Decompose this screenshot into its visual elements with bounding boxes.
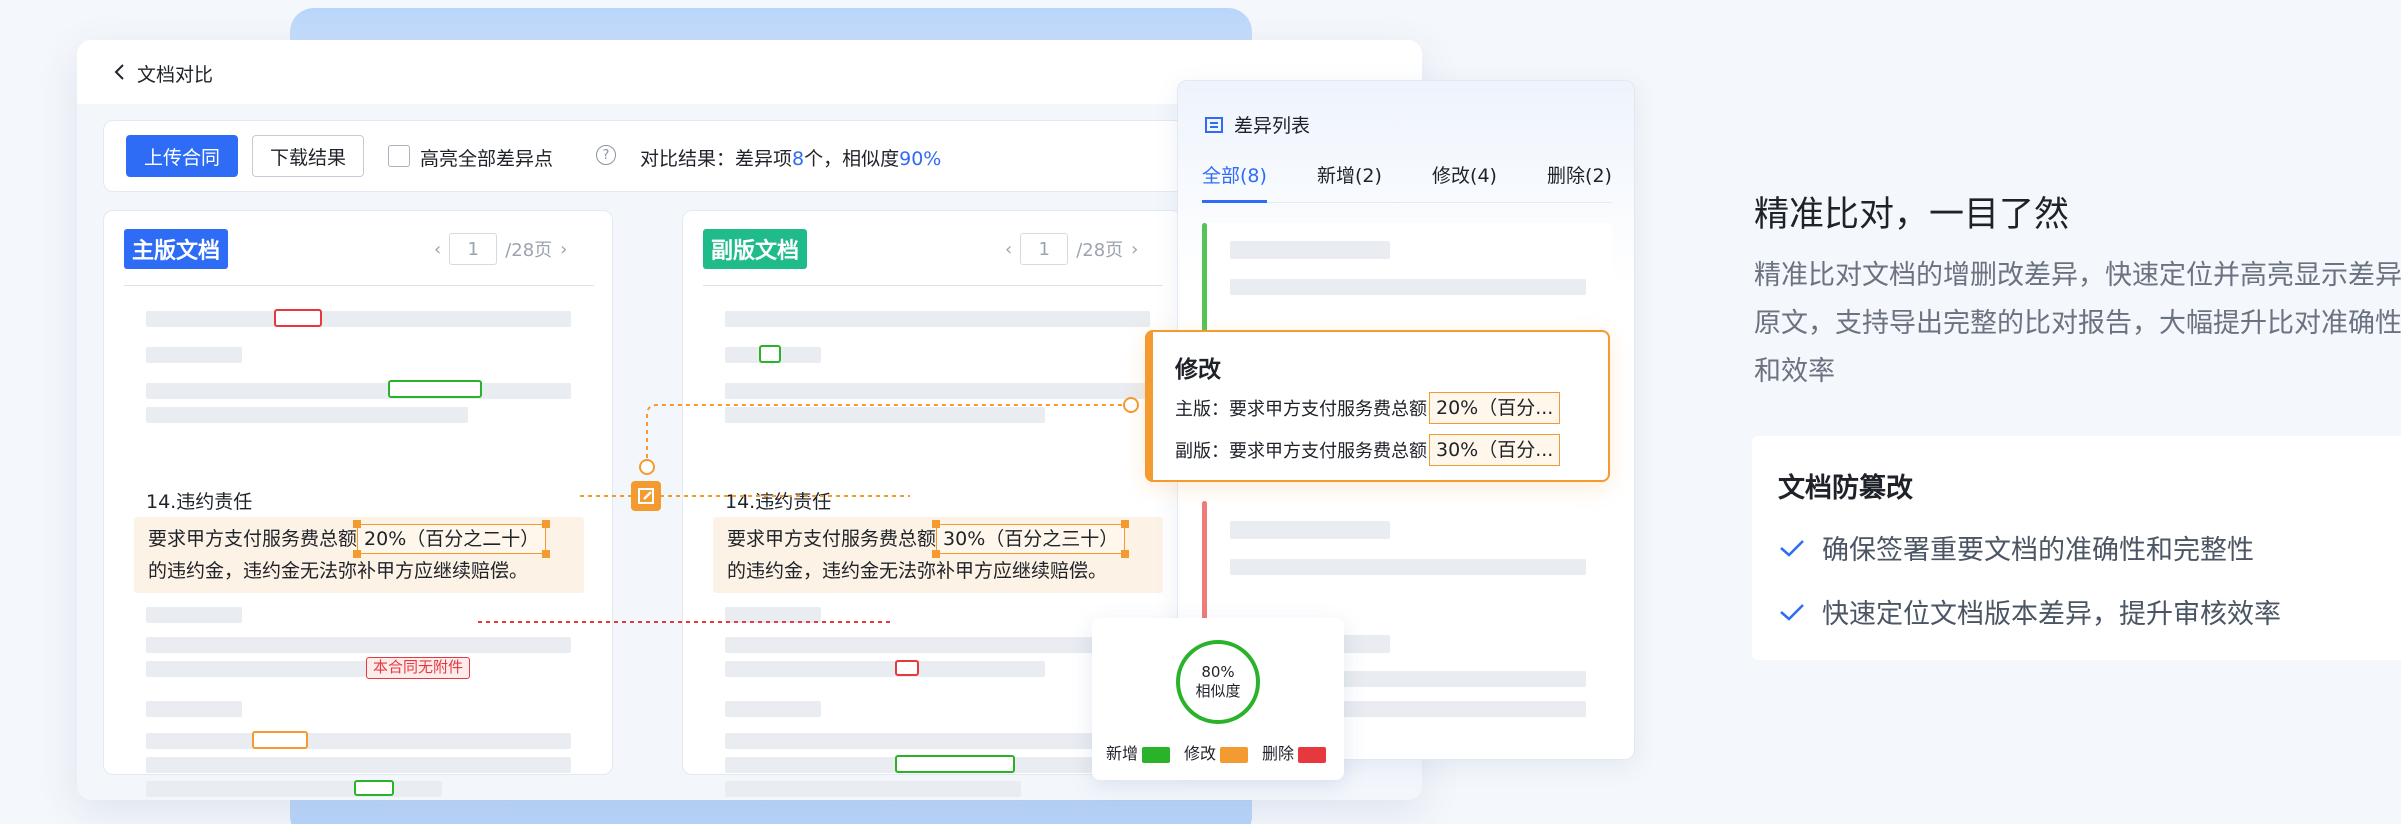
legend-delete-label: 删除 xyxy=(1262,744,1295,763)
popup-main-value: 20%（百分... xyxy=(1429,392,1561,424)
legend-modify-swatch xyxy=(1220,746,1249,763)
feature-item: 确保签署重要文档的准确性和完整性 xyxy=(1778,528,2254,567)
popup-main-label: 主版：要求甲方支付服务费总额 xyxy=(1175,399,1427,420)
similarity-legend: 新增 修改 删除 xyxy=(1106,740,1327,764)
popup-accent xyxy=(1145,330,1153,482)
text-placeholder xyxy=(1230,521,1390,539)
popup-sub-value: 30%（百分... xyxy=(1429,434,1561,466)
feature-title: 精准比对，一目了然 xyxy=(1754,195,2070,235)
similarity-percent: 80% xyxy=(1201,663,1235,681)
similarity-ring: 80% 相似度 xyxy=(1176,640,1260,724)
diff-list-title: 差异列表 xyxy=(1234,115,1311,137)
feature-item-text: 快速定位文档版本差异，提升审核效率 xyxy=(1822,599,2281,630)
edit-icon[interactable] xyxy=(631,481,661,511)
tab-modify[interactable]: 修改(4) xyxy=(1432,159,1497,203)
popup-main-row: 主版：要求甲方支付服务费总额 20%（百分... xyxy=(1175,392,1561,424)
check-icon xyxy=(1780,603,1804,621)
text-placeholder xyxy=(1230,279,1586,295)
modify-detail-popup[interactable]: 修改 主版：要求甲方支付服务费总额 20%（百分... 副版：要求甲方支付服务费… xyxy=(1145,330,1610,482)
check-icon xyxy=(1780,539,1804,557)
tab-add[interactable]: 新增(2) xyxy=(1317,159,1382,203)
anti-tamper-title: 文档防篡改 xyxy=(1778,473,1913,504)
card-accent xyxy=(1202,501,1207,631)
legend-add-swatch xyxy=(1142,746,1171,763)
anti-tamper-card: 文档防篡改 确保签署重要文档的准确性和完整性 快速定位文档版本差异，提升审核效率 xyxy=(1752,436,2401,660)
text-placeholder xyxy=(1230,559,1586,575)
text-placeholder xyxy=(1230,241,1390,259)
popup-sub-label: 副版：要求甲方支付服务费总额 xyxy=(1175,441,1427,462)
legend-add-label: 新增 xyxy=(1106,744,1139,763)
popup-title: 修改 xyxy=(1175,357,1221,383)
legend-add: 新增 xyxy=(1106,740,1171,764)
diff-list-header: 差异列表 xyxy=(1204,111,1310,138)
popup-sub-row: 副版：要求甲方支付服务费总额 30%（百分... xyxy=(1175,434,1561,466)
legend-modify-label: 修改 xyxy=(1184,744,1217,763)
similarity-label: 相似度 xyxy=(1195,682,1241,700)
diff-list-icon xyxy=(1205,116,1223,133)
feature-item: 快速定位文档版本差异，提升审核效率 xyxy=(1778,592,2281,631)
tab-all[interactable]: 全部(8) xyxy=(1202,159,1267,203)
diff-card-delete[interactable] xyxy=(1202,501,1612,631)
feature-description: 精准比对文档的增删改差异，快速定位并高亮显示差异原文，支持导出完整的比对报告，大… xyxy=(1754,260,2401,387)
legend-delete-swatch xyxy=(1298,746,1327,763)
feature-item-text: 确保签署重要文档的准确性和完整性 xyxy=(1822,535,2254,566)
diff-tabs: 全部(8) 新增(2) 修改(4) 删除(2) xyxy=(1202,159,1612,203)
legend-delete: 删除 xyxy=(1262,740,1327,764)
legend-modify: 修改 xyxy=(1184,740,1249,764)
similarity-card: 80% 相似度 新增 修改 删除 xyxy=(1092,618,1344,780)
tab-delete[interactable]: 删除(2) xyxy=(1547,159,1612,203)
